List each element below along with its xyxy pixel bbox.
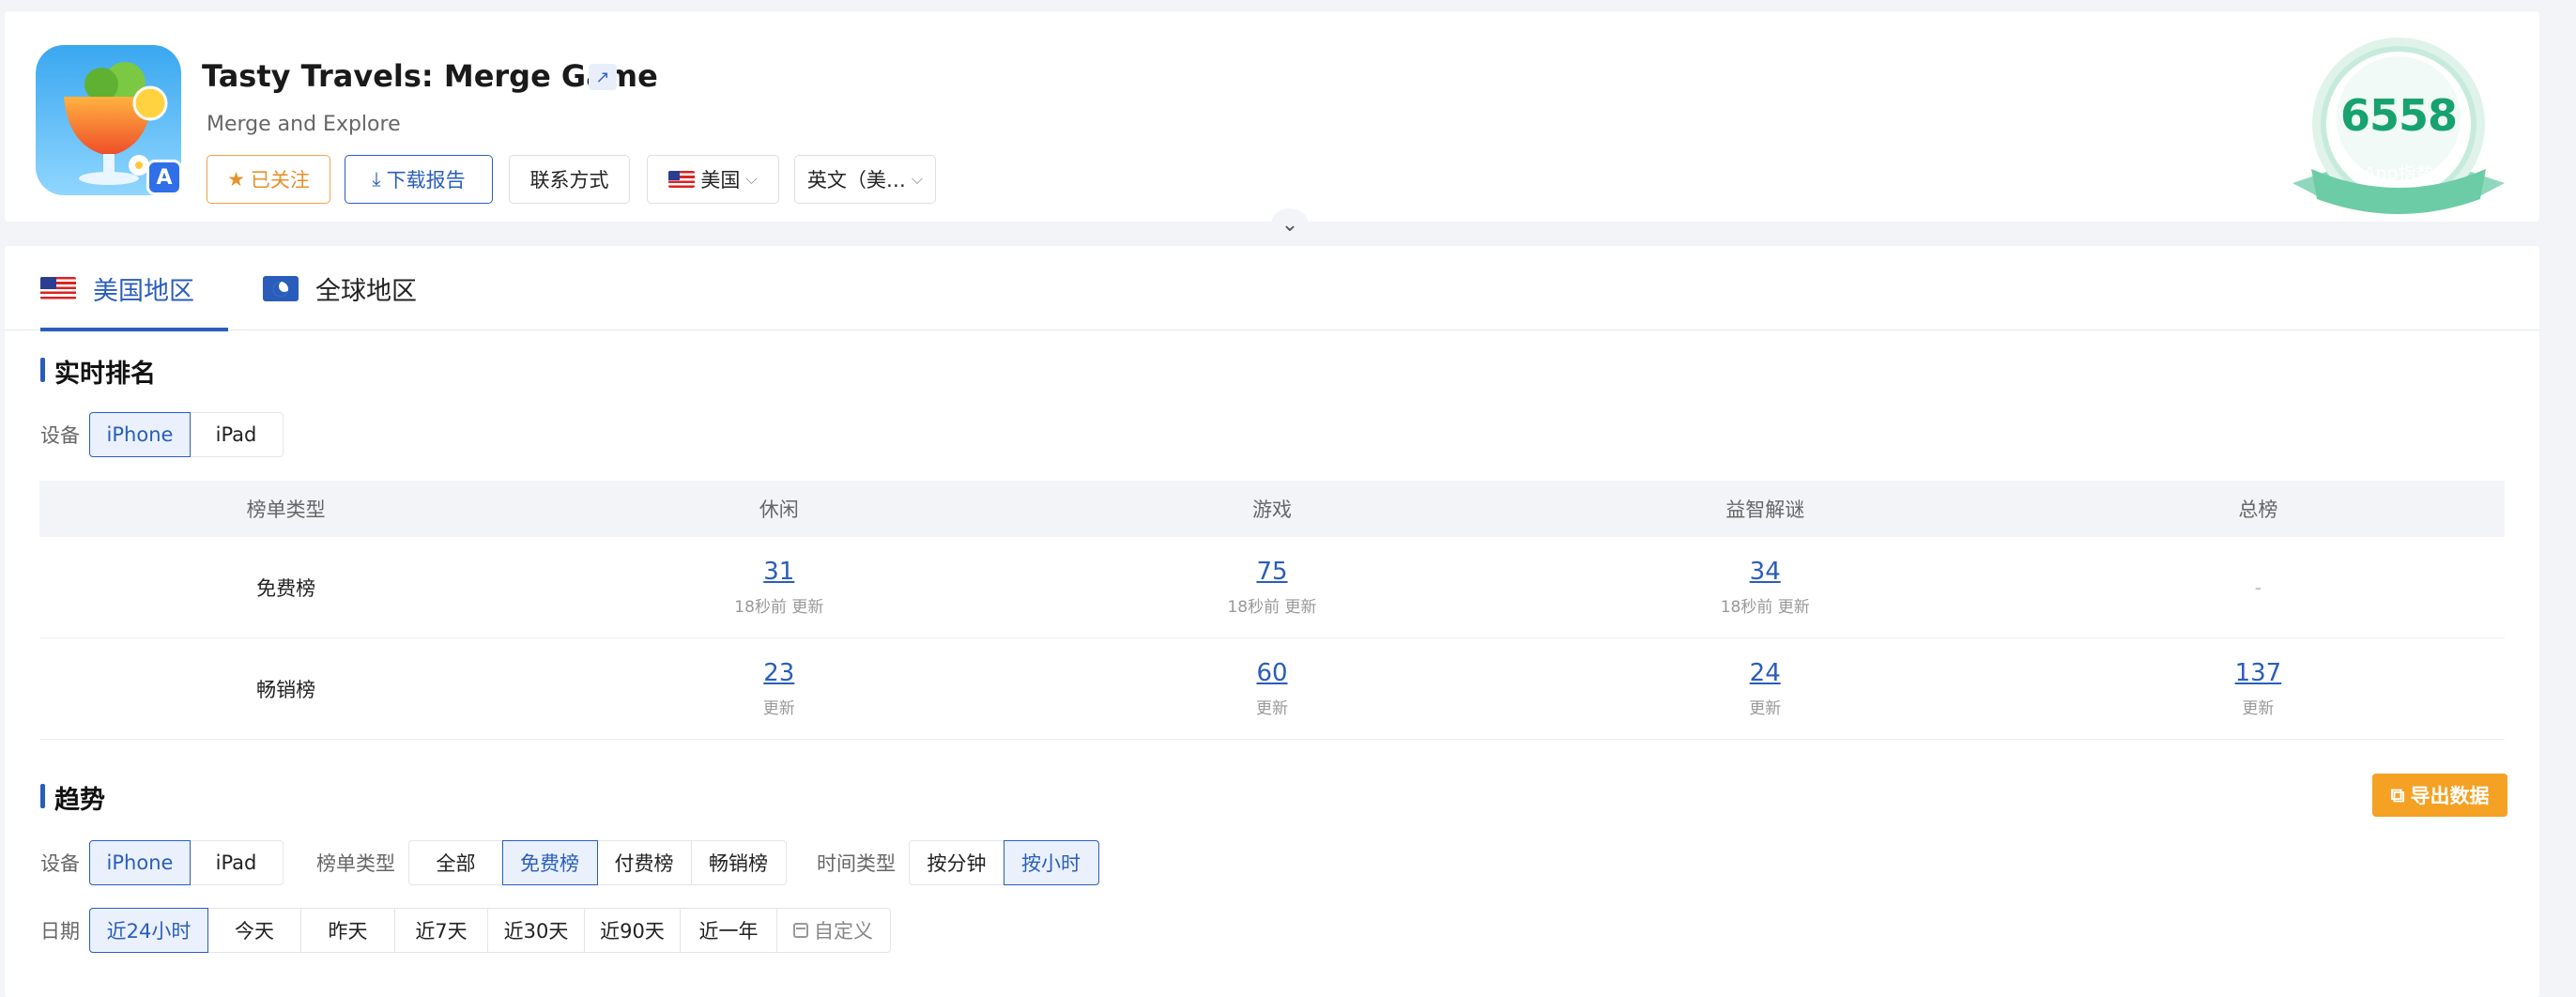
device-option-ipad[interactable]: iPad <box>189 840 284 885</box>
main-panel: 美国地区 全球地区 实时排名 设备 iPhone iPad 榜单类型 休闲 游戏… <box>5 246 2539 997</box>
chart-type-free[interactable]: 免费榜 <box>501 840 598 885</box>
device-option-iphone[interactable]: iPhone <box>89 412 191 457</box>
rank-link[interactable]: 23 <box>763 659 794 688</box>
follow-button[interactable]: ★ 已关注 <box>207 155 330 204</box>
device-label: 设备 <box>40 852 80 875</box>
row-label: 免费榜 <box>256 576 316 600</box>
app-subtitle: Merge and Explore <box>207 113 401 136</box>
star-icon: ★ <box>227 168 245 191</box>
column-header: 总榜 <box>2238 498 2278 521</box>
trend-title: 趋势 <box>40 779 105 816</box>
external-link-icon[interactable]: ↗ <box>589 64 617 90</box>
custom-date-label: 自定义 <box>814 920 873 943</box>
date-option[interactable]: 近7天 <box>393 908 489 953</box>
chart-type-toggle: 全部 免费榜 付费榜 畅销榜 <box>408 840 787 885</box>
time-type-minute[interactable]: 按分钟 <box>909 840 1004 885</box>
tab-label: 全球地区 <box>315 276 417 306</box>
chevron-down-icon: ⌵ <box>745 170 758 188</box>
date-option[interactable]: 近一年 <box>680 908 777 953</box>
country-select[interactable]: 美国 ⌵ <box>647 155 779 204</box>
download-label: 下载报告 <box>386 169 466 192</box>
language-label: 英文（美… <box>806 169 906 192</box>
app-index-label: App指数 <box>2363 163 2434 184</box>
language-select[interactable]: 英文（美… ⌵ <box>794 155 936 204</box>
date-label: 日期 <box>40 920 80 943</box>
tab-global-region[interactable]: 全球地区 <box>263 246 417 330</box>
export-label: 导出数据 <box>2410 785 2490 807</box>
date-option[interactable]: 昨天 <box>300 908 395 953</box>
column-header: 休闲 <box>759 498 799 521</box>
download-icon: ⤓ <box>372 167 381 191</box>
app-store-icon: A <box>146 160 182 195</box>
device-toggle: iPhone iPad <box>89 412 284 457</box>
tab-label: 美国地区 <box>93 276 194 306</box>
contact-button[interactable]: 联系方式 <box>509 155 630 204</box>
chart-type-label: 榜单类型 <box>316 852 395 875</box>
update-time: 更新 <box>762 698 795 718</box>
realtime-rank-title: 实时排名 <box>40 353 156 390</box>
update-time: 18秒前 更新 <box>734 597 824 617</box>
date-option[interactable]: 近30天 <box>487 908 585 953</box>
contact-label: 联系方式 <box>529 169 609 192</box>
device-option-iphone[interactable]: iPhone <box>89 840 191 885</box>
update-time: 更新 <box>2242 698 2275 718</box>
download-report-button[interactable]: ⤓ 下载报告 <box>345 155 493 204</box>
collapse-toggle-icon[interactable]: ⌄ <box>1271 208 1309 240</box>
chart-type-grossing[interactable]: 畅销榜 <box>690 840 787 885</box>
row-label: 畅销榜 <box>256 678 316 701</box>
us-flag-icon <box>668 171 696 188</box>
rank-empty: - <box>2254 575 2262 599</box>
table-row: 畅销榜 23 更新 60 更新 24 更新 137 更新 <box>39 638 2505 740</box>
app-index-value: 6558 <box>2339 90 2458 141</box>
chart-type-paid[interactable]: 付费榜 <box>596 840 692 885</box>
trend-device-toggle: iPhone iPad <box>89 840 284 885</box>
globe-icon <box>263 275 299 301</box>
date-option[interactable]: 近90天 <box>583 908 682 953</box>
date-option[interactable]: 今天 <box>207 908 302 953</box>
update-time: 18秒前 更新 <box>1227 597 1317 617</box>
device-option-ipad[interactable]: iPad <box>189 412 284 457</box>
follow-label: 已关注 <box>250 169 310 192</box>
time-type-hour[interactable]: 按小时 <box>1003 840 1099 885</box>
table-header: 榜单类型 休闲 游戏 益智解谜 总榜 <box>39 481 2505 537</box>
rank-link[interactable]: 137 <box>2235 659 2282 688</box>
table-row: 免费榜 31 18秒前 更新 75 18秒前 更新 34 18秒前 更新 - <box>39 537 2505 638</box>
country-label: 美国 <box>700 169 741 192</box>
rank-link[interactable]: 60 <box>1256 659 1287 688</box>
time-type-toggle: 按分钟 按小时 <box>909 840 1099 885</box>
app-header-card: A Tasty Travels: Merge Game ↗ Merge and … <box>5 11 2539 222</box>
chart-type-all[interactable]: 全部 <box>408 840 503 885</box>
column-header: 榜单类型 <box>246 498 326 521</box>
calendar-icon <box>793 923 808 938</box>
column-header: 游戏 <box>1252 498 1292 521</box>
date-range-toggle: 近24小时 今天 昨天 近7天 近30天 近90天 近一年 自定义 <box>89 908 891 953</box>
chevron-down-icon: ⌵ <box>911 170 924 188</box>
device-label: 设备 <box>40 424 80 447</box>
rank-table: 榜单类型 休闲 游戏 益智解谜 总榜 免费榜 31 18秒前 更新 75 18秒… <box>39 481 2505 740</box>
us-flag-icon <box>40 277 76 299</box>
rank-link[interactable]: 75 <box>1256 558 1287 587</box>
region-tabs: 美国地区 全球地区 <box>5 246 2539 331</box>
column-header: 益智解谜 <box>1725 498 1805 521</box>
export-icon: ⧉ <box>2390 783 2405 806</box>
export-data-button[interactable]: ⧉ 导出数据 <box>2372 774 2507 817</box>
update-time: 更新 <box>1749 698 1782 718</box>
tab-us-region[interactable]: 美国地区 <box>40 246 228 331</box>
update-time: 更新 <box>1256 698 1288 718</box>
time-type-label: 时间类型 <box>817 852 896 875</box>
rank-link[interactable]: 34 <box>1750 558 1781 587</box>
custom-date-option[interactable]: 自定义 <box>775 908 891 953</box>
rank-link[interactable]: 24 <box>1750 659 1781 688</box>
rank-link[interactable]: 31 <box>763 558 794 587</box>
update-time: 18秒前 更新 <box>1720 597 1810 617</box>
date-option[interactable]: 近24小时 <box>89 908 208 953</box>
